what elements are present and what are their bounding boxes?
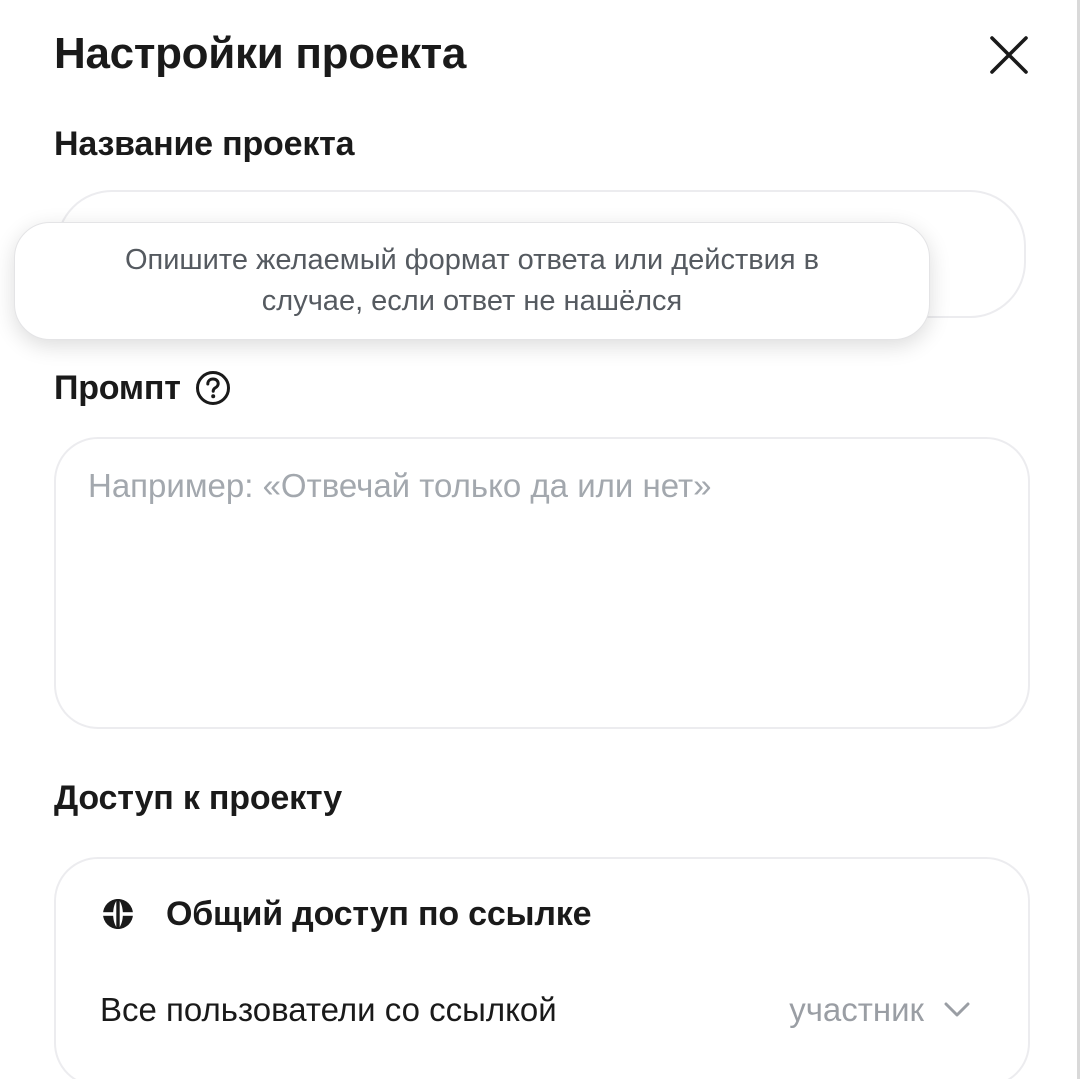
role-select[interactable]: участник: [789, 989, 970, 1031]
question-circle-icon[interactable]: [195, 370, 231, 406]
users-label: Все пользователи со ссылкой: [100, 991, 557, 1028]
role-value: участник: [789, 991, 924, 1028]
prompt-header: Промпт: [54, 368, 231, 408]
project-name-label: Название проекта: [54, 125, 355, 163]
prompt-label: Промпт: [54, 369, 181, 407]
globe-icon: [103, 899, 133, 929]
close-button[interactable]: [982, 28, 1036, 82]
tooltip-text: Опишите желаемый формат ответа или дейст…: [124, 244, 820, 317]
prompt-textarea[interactable]: [54, 437, 1030, 729]
users-row: Все пользователи со ссылкой участник: [100, 989, 970, 1031]
close-icon: [990, 36, 1028, 74]
access-card: Общий доступ по ссылке Все пользователи …: [54, 857, 1030, 1079]
prompt-tooltip: Опишите желаемый формат ответа или дейст…: [14, 222, 930, 340]
access-label: Доступ к проекту: [54, 779, 342, 817]
chevron-down-icon: [944, 1002, 970, 1017]
share-title: Общий доступ по ссылке: [166, 895, 592, 933]
share-row: Общий доступ по ссылке: [100, 893, 592, 935]
page-title: Настройки проекта: [54, 29, 467, 78]
